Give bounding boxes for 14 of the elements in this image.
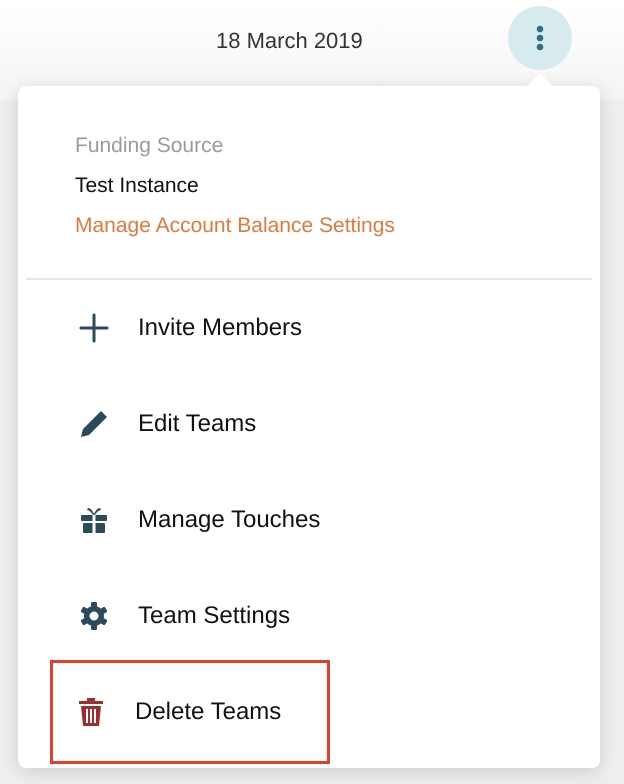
funding-label: Funding Source: [75, 133, 224, 159]
plus-icon: [79, 313, 109, 343]
gear-icon: [79, 601, 109, 631]
funding-value: Test Instance: [75, 173, 200, 199]
menu-item[interactable]: Edit Teams: [50, 379, 268, 469]
menu-item[interactable]: Invite Members: [50, 283, 314, 373]
gift-icon: [80, 506, 108, 534]
menu-item[interactable]: Team Settings: [50, 571, 302, 661]
row-date: 18 March 2019: [216, 27, 363, 55]
trash-icon: [78, 697, 104, 727]
menu-item[interactable]: Manage Touches: [50, 475, 332, 565]
kebab-icon: [536, 25, 544, 51]
pencil-icon: [79, 409, 109, 439]
menu-item[interactable]: Delete Teams: [50, 660, 330, 764]
